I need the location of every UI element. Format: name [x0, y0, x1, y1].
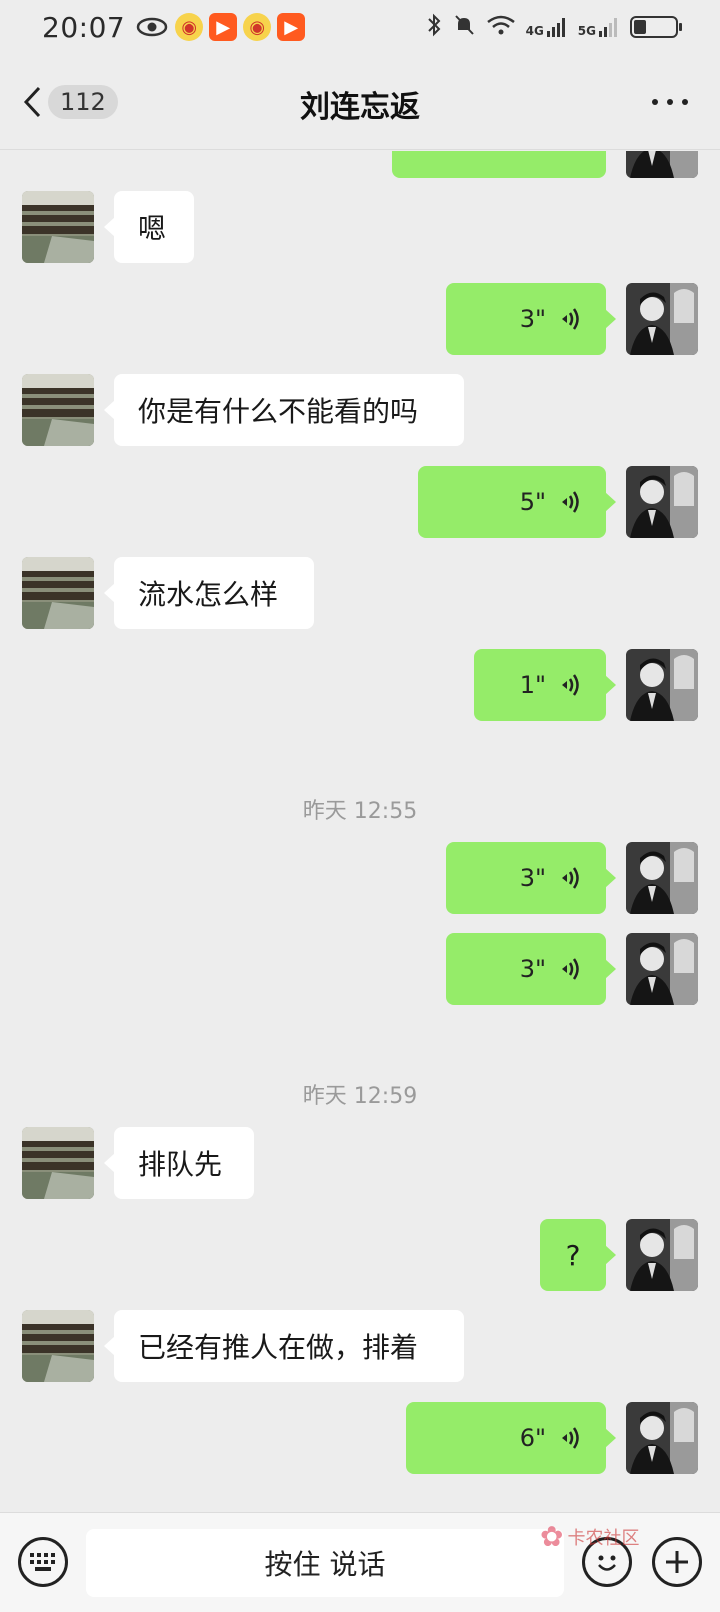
status-time: 20:07: [42, 10, 126, 44]
wifi-icon: [486, 14, 516, 40]
timestamp: 昨天 12:55: [302, 799, 418, 824]
voice-duration: 3": [519, 305, 546, 333]
message-text: 排队先: [138, 1148, 223, 1181]
message-text: 嗯: [138, 212, 167, 245]
voice-message-bubble[interactable]: 3": [446, 933, 616, 1005]
contact-avatar[interactable]: [22, 191, 94, 263]
hold-to-talk-button[interactable]: 按住 说话: [86, 1529, 564, 1597]
my-avatar[interactable]: [626, 649, 698, 721]
contact-avatar[interactable]: [22, 557, 94, 629]
text-message-bubble[interactable]: [392, 151, 616, 178]
my-avatar[interactable]: [626, 466, 698, 538]
plus-icon[interactable]: [652, 1537, 702, 1587]
keyboard-icon[interactable]: [18, 1537, 68, 1587]
contact-avatar[interactable]: [22, 1127, 94, 1199]
chat-title: 刘连忘返: [300, 90, 420, 125]
signal-icon: 5G: [578, 16, 620, 38]
battery-icon: [630, 16, 682, 38]
my-avatar[interactable]: [626, 283, 698, 355]
status-bar: 20:07 ◉ ▶ ◉ ▶ 4G 5G: [0, 0, 720, 54]
mute-icon: [452, 13, 476, 41]
message-text: ?: [565, 1238, 581, 1272]
weibo-icon: ◉: [175, 13, 204, 41]
text-message-bubble[interactable]: 流水怎么样: [104, 557, 314, 629]
watermark: ✿ 卡农社区: [540, 1520, 639, 1553]
kuaishou-icon: ▶: [209, 13, 238, 41]
voice-wave-icon: [562, 867, 579, 889]
text-message-bubble[interactable]: 排队先: [104, 1127, 254, 1199]
text-message-bubble[interactable]: 已经有推人在做，排着: [104, 1310, 464, 1382]
bluetooth-icon: [426, 13, 442, 41]
weibo-icon: ◉: [243, 13, 272, 41]
voice-message-bubble[interactable]: 5": [418, 466, 616, 538]
kuaishou-icon: ▶: [277, 13, 306, 41]
voice-wave-icon: [562, 674, 579, 696]
more-icon[interactable]: [652, 92, 688, 112]
battery-fill: [634, 20, 646, 34]
voice-duration: 3": [519, 955, 546, 983]
chat-header: 112 刘连忘返: [0, 54, 720, 150]
my-avatar[interactable]: [626, 842, 698, 914]
text-message-bubble[interactable]: 嗯: [104, 191, 194, 263]
voice-duration: 6": [519, 1424, 546, 1452]
voice-duration: 3": [519, 864, 546, 892]
watermark-text: 卡农社区: [567, 1527, 640, 1549]
contact-avatar[interactable]: [22, 1310, 94, 1382]
voice-wave-icon: [562, 491, 579, 513]
contact-avatar[interactable]: [22, 374, 94, 446]
voice-message-bubble[interactable]: 6": [406, 1402, 616, 1474]
my-avatar[interactable]: [626, 1402, 698, 1474]
network-type-1: 4G: [525, 24, 544, 38]
voice-message-bubble[interactable]: 3": [446, 283, 616, 355]
timestamp: 昨天 12:59: [302, 1084, 418, 1109]
my-avatar[interactable]: [626, 151, 698, 178]
message-text: 已经有推人在做，排着: [138, 1331, 419, 1364]
watermark-logo-icon: ✿: [540, 1520, 564, 1553]
message-text: 你是有什么不能看的吗: [138, 395, 419, 428]
my-avatar[interactable]: [626, 1219, 698, 1291]
voice-wave-icon: [562, 308, 579, 330]
signal-icon: 4G: [526, 16, 568, 38]
voice-wave-icon: [562, 1427, 579, 1449]
notification-icons: ◉ ▶ ◉ ▶: [135, 13, 306, 41]
voice-duration: 1": [519, 671, 546, 699]
voice-message-bubble[interactable]: 1": [474, 649, 616, 721]
message-text: 流水怎么样: [138, 578, 279, 611]
voice-message-bubble[interactable]: 3": [446, 842, 616, 914]
voice-wave-icon: [562, 958, 579, 980]
text-message-bubble[interactable]: 你是有什么不能看的吗: [104, 374, 464, 446]
network-type-2: 5G: [577, 24, 596, 38]
system-icons: 4G 5G: [426, 13, 682, 41]
message-list[interactable]: 嗯 3" 你是有什么不能看的吗 5" 流水怎么样 1" 昨天 12:55 3" 3" 昨天 12:…: [0, 151, 720, 1511]
eye-icon: [135, 16, 169, 38]
text-message-bubble[interactable]: ?: [540, 1219, 616, 1291]
my-avatar[interactable]: [626, 933, 698, 1005]
voice-duration: 5": [519, 488, 546, 516]
